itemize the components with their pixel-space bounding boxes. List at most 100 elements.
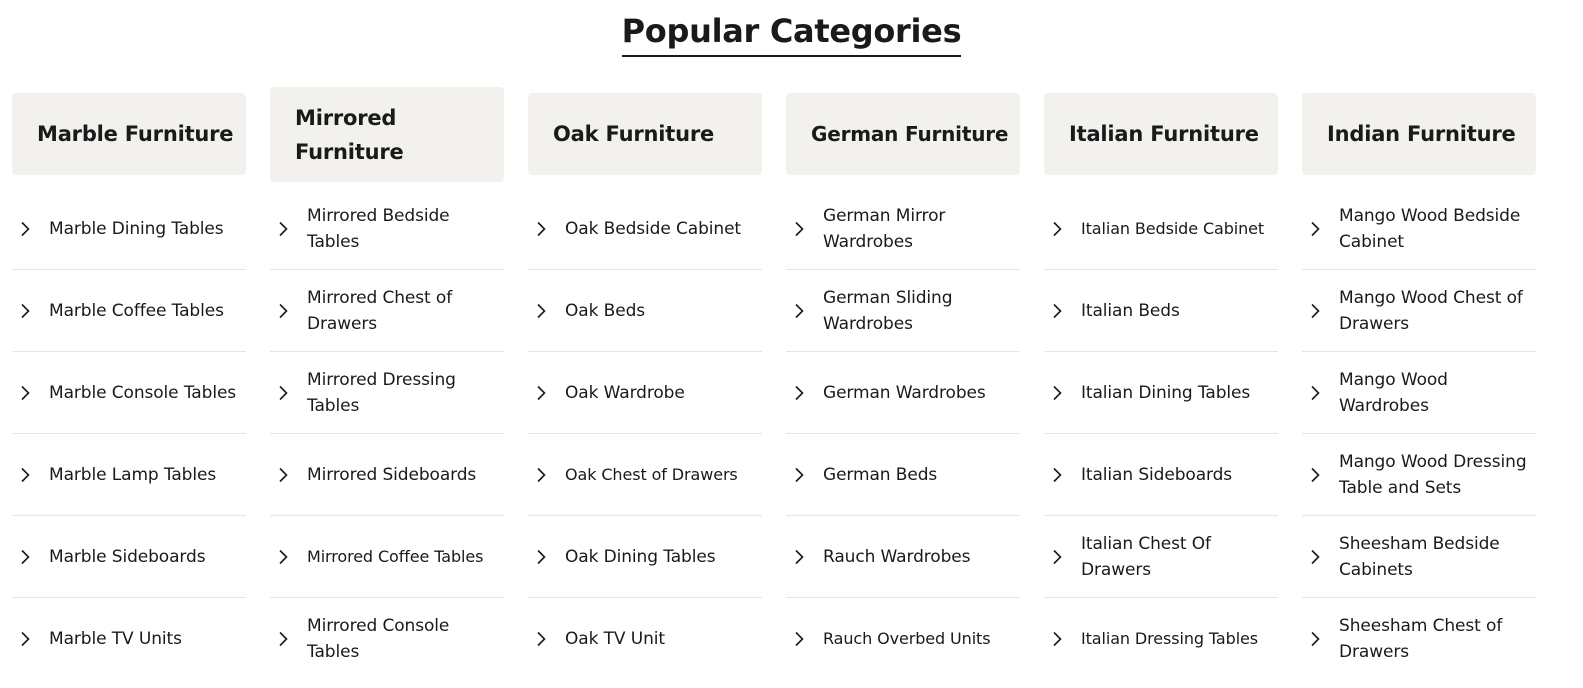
category-link-label: Marble Dining Tables bbox=[49, 218, 224, 239]
category-link[interactable]: Italian Sideboards bbox=[1044, 434, 1278, 516]
category-link-label: Marble TV Units bbox=[49, 629, 182, 649]
chevron-right-icon bbox=[276, 467, 290, 483]
category-link[interactable]: Sheesham Bedside Cabinets bbox=[1302, 516, 1536, 598]
column-heading[interactable]: Marble Furniture bbox=[37, 117, 234, 151]
category-link-label: Mirrored Coffee Tables bbox=[307, 546, 484, 566]
category-column-marble: Marble Furniture Marble Dining Tables Ma… bbox=[12, 93, 246, 680]
category-link-label: Oak Beds bbox=[565, 300, 646, 321]
column-header: Mirrored Furniture bbox=[270, 87, 504, 182]
category-link-list: Mirrored Bedside Tables Mirrored Chest o… bbox=[270, 188, 504, 680]
category-link[interactable]: Mirrored Sideboards bbox=[270, 434, 504, 516]
column-heading[interactable]: Oak Furniture bbox=[553, 117, 714, 151]
chevron-right-icon bbox=[276, 631, 290, 647]
category-link-label: Marble Coffee Tables bbox=[49, 300, 224, 321]
category-link[interactable]: Oak TV Unit bbox=[528, 598, 762, 680]
category-link[interactable]: Mirrored Bedside Tables bbox=[270, 188, 504, 270]
category-link-label: Mango Wood Wardrobes bbox=[1339, 369, 1448, 416]
category-link[interactable]: Mango Wood Bedside Cabinet bbox=[1302, 188, 1536, 270]
category-link-list: Mango Wood Bedside Cabinet Mango Wood Ch… bbox=[1302, 188, 1536, 680]
category-link[interactable]: Italian Beds bbox=[1044, 270, 1278, 352]
category-link-label: Sheesham Bedside Cabinets bbox=[1339, 533, 1500, 580]
chevron-right-icon bbox=[276, 549, 290, 565]
column-heading[interactable]: Indian Furniture bbox=[1327, 117, 1516, 151]
category-link[interactable]: Oak Chest of Drawers bbox=[528, 434, 762, 516]
category-link[interactable]: Rauch Overbed Units bbox=[786, 598, 1020, 680]
chevron-right-icon bbox=[1308, 631, 1322, 647]
category-link-list: German Mirror Wardrobes German Sliding W… bbox=[786, 188, 1020, 680]
category-column-german: German Furniture German Mirror Wardrobes… bbox=[786, 93, 1020, 680]
category-link-label: German Wardrobes bbox=[823, 382, 986, 403]
column-header: German Furniture bbox=[786, 93, 1020, 175]
category-link-label: Oak Dining Tables bbox=[565, 546, 716, 567]
category-link-list: Oak Bedside Cabinet Oak Beds Oak Wardrob… bbox=[528, 188, 762, 680]
chevron-right-icon bbox=[18, 467, 32, 483]
category-link[interactable]: Oak Dining Tables bbox=[528, 516, 762, 598]
chevron-right-icon bbox=[534, 221, 548, 237]
chevron-right-icon bbox=[534, 467, 548, 483]
chevron-right-icon bbox=[534, 631, 548, 647]
category-link-label: Marble Console Tables bbox=[49, 382, 237, 403]
column-heading[interactable]: German Furniture bbox=[811, 117, 1008, 151]
category-link[interactable]: Oak Wardrobe bbox=[528, 352, 762, 434]
chevron-right-icon bbox=[534, 385, 548, 401]
category-link[interactable]: Marble TV Units bbox=[12, 598, 246, 680]
category-link[interactable]: Marble Lamp Tables bbox=[12, 434, 246, 516]
column-header: Oak Furniture bbox=[528, 93, 762, 175]
chevron-right-icon bbox=[792, 467, 806, 483]
chevron-right-icon bbox=[792, 549, 806, 565]
category-link[interactable]: Mirrored Console Tables bbox=[270, 598, 504, 680]
category-link[interactable]: Italian Chest Of Drawers bbox=[1044, 516, 1278, 598]
page-title-text: Popular Categories bbox=[621, 11, 962, 57]
category-link[interactable]: German Sliding Wardrobes bbox=[786, 270, 1020, 352]
chevron-right-icon bbox=[276, 221, 290, 237]
chevron-right-icon bbox=[18, 549, 32, 565]
chevron-right-icon bbox=[1050, 549, 1064, 565]
category-link[interactable]: Mirrored Dressing Tables bbox=[270, 352, 504, 434]
category-link[interactable]: German Beds bbox=[786, 434, 1020, 516]
chevron-right-icon bbox=[1050, 467, 1064, 483]
column-heading[interactable]: Mirrored Furniture bbox=[295, 101, 425, 169]
category-link[interactable]: Marble Coffee Tables bbox=[12, 270, 246, 352]
category-link-label: Mango Wood Bedside Cabinet bbox=[1339, 205, 1521, 252]
category-link[interactable]: Marble Dining Tables bbox=[12, 188, 246, 270]
category-link[interactable]: German Wardrobes bbox=[786, 352, 1020, 434]
category-link[interactable]: Sheesham Chest of Drawers bbox=[1302, 598, 1536, 680]
category-link[interactable]: Mirrored Chest of Drawers bbox=[270, 270, 504, 352]
column-heading[interactable]: Italian Furniture bbox=[1069, 117, 1259, 151]
chevron-right-icon bbox=[1308, 467, 1322, 483]
category-link-label: Marble Lamp Tables bbox=[49, 464, 217, 485]
category-link[interactable]: Italian Bedside Cabinet bbox=[1044, 188, 1278, 270]
category-link-label: Sheesham Chest of Drawers bbox=[1339, 616, 1503, 662]
chevron-right-icon bbox=[792, 631, 806, 647]
category-link[interactable]: Italian Dining Tables bbox=[1044, 352, 1278, 434]
category-column-oak: Oak Furniture Oak Bedside Cabinet Oak Be… bbox=[528, 93, 762, 680]
category-link[interactable]: Mango Wood Dressing Table and Sets bbox=[1302, 434, 1536, 516]
category-link[interactable]: Mango Wood Wardrobes bbox=[1302, 352, 1536, 434]
category-link-label: Mango Wood Chest of Drawers bbox=[1339, 287, 1523, 334]
chevron-right-icon bbox=[1308, 303, 1322, 319]
category-link[interactable]: Oak Bedside Cabinet bbox=[528, 188, 762, 270]
category-column-italian: Italian Furniture Italian Bedside Cabine… bbox=[1044, 93, 1278, 680]
page-title: Popular Categories bbox=[0, 11, 1583, 57]
category-link-label: Marble Sideboards bbox=[49, 546, 206, 567]
category-link[interactable]: Oak Beds bbox=[528, 270, 762, 352]
category-link-list: Marble Dining Tables Marble Coffee Table… bbox=[12, 188, 246, 680]
column-header: Marble Furniture bbox=[12, 93, 246, 175]
category-link-label: Oak Chest of Drawers bbox=[565, 464, 738, 484]
category-link[interactable]: Marble Console Tables bbox=[12, 352, 246, 434]
category-link[interactable]: Mirrored Coffee Tables bbox=[270, 516, 504, 598]
category-link-label: Italian Sideboards bbox=[1081, 464, 1233, 485]
column-header: Italian Furniture bbox=[1044, 93, 1278, 175]
chevron-right-icon bbox=[792, 221, 806, 237]
category-link-list: Italian Bedside Cabinet Italian Beds Ita… bbox=[1044, 188, 1278, 680]
category-link[interactable]: Marble Sideboards bbox=[12, 516, 246, 598]
category-link[interactable]: German Mirror Wardrobes bbox=[786, 188, 1020, 270]
category-link-label: German Beds bbox=[823, 464, 938, 485]
chevron-right-icon bbox=[1050, 631, 1064, 647]
category-link[interactable]: Italian Dressing Tables bbox=[1044, 598, 1278, 680]
category-link[interactable]: Rauch Wardrobes bbox=[786, 516, 1020, 598]
category-link[interactable]: Mango Wood Chest of Drawers bbox=[1302, 270, 1536, 352]
category-link-label: Oak Wardrobe bbox=[565, 382, 685, 403]
category-link-label: Italian Beds bbox=[1081, 300, 1180, 321]
category-link-label: Rauch Overbed Units bbox=[823, 629, 991, 648]
